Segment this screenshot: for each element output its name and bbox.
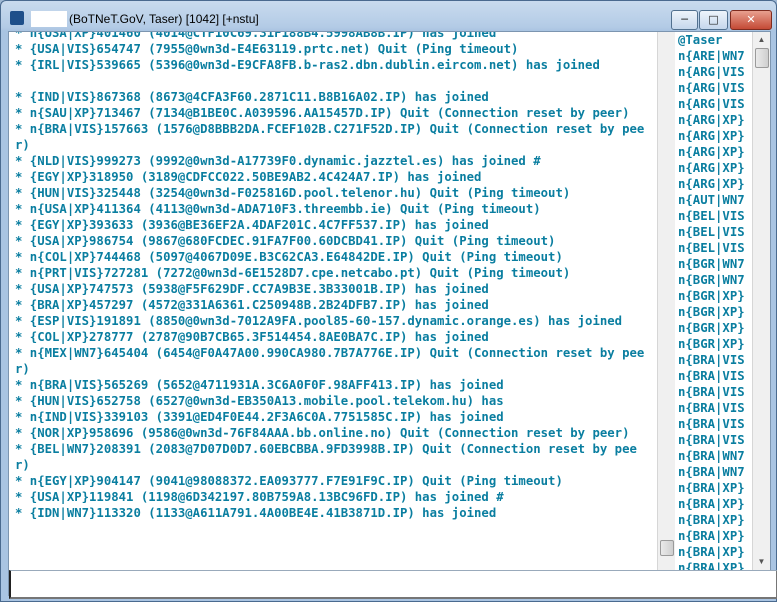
chat-line: * n{BRA|VIS}157663 (1576@D8BBB2DA.FCEF10… bbox=[15, 122, 645, 152]
nick-list-item[interactable]: n{BRA|VIS bbox=[675, 432, 752, 448]
nick-list-item[interactable]: n{ARG|XP} bbox=[675, 128, 752, 144]
redacted-title-block bbox=[31, 11, 67, 27]
chat-line: * {USA|VIS}654747 (7955@0wn3d-E4E63119.p… bbox=[15, 42, 519, 56]
message-input[interactable] bbox=[9, 570, 777, 599]
nick-list-item[interactable]: n{BEL|VIS bbox=[675, 208, 752, 224]
nick-scroll-thumb[interactable] bbox=[755, 48, 769, 68]
chat-line: * n{PRT|VIS}727281 (7272@0wn3d-6E1528D7.… bbox=[15, 266, 571, 280]
chat-line: * {USA|XP}747573 (5938@F5F629DF.CC7A9B3E… bbox=[15, 282, 489, 296]
chat-line: * {IND|VIS}867368 (8673@4CFA3F60.2871C11… bbox=[15, 90, 489, 104]
chat-line: * n{MEX|WN7}645404 (6454@F0A47A00.990CA9… bbox=[15, 346, 645, 376]
chat-line: * {COL|XP}278777 (2787@90B7CB65.3F514454… bbox=[15, 330, 489, 344]
nick-list-item[interactable]: n{ARG|VIS bbox=[675, 64, 752, 80]
title-bar[interactable]: (BoTNeT.GoV, Taser) [1042] [+nstu] ─ □ ✕ bbox=[1, 1, 776, 31]
app-icon bbox=[10, 11, 24, 25]
nick-list-item[interactable]: n{BEL|VIS bbox=[675, 224, 752, 240]
chat-line: * {USA|XP}119841 (1198@6D342197.80B759A8… bbox=[15, 490, 504, 504]
chat-line: * {ESP|VIS}191891 (8850@0wn3d-7012A9FA.p… bbox=[15, 314, 623, 328]
nick-list[interactable]: @Taser n{ARE|WN7 n{ARG|VIS n{ARG|VIS n{ARG|V… bbox=[675, 32, 752, 570]
nick-list-scrollbar[interactable]: ▲ ▼ bbox=[752, 32, 770, 570]
chat-scroll-thumb[interactable] bbox=[660, 540, 674, 556]
nick-list-item[interactable]: n{BEL|VIS bbox=[675, 240, 752, 256]
chat-line: * n{IND|VIS}339103 (3391@ED4F0E44.2F3A6C… bbox=[15, 410, 504, 424]
nick-list-item[interactable]: n{ARG|XP} bbox=[675, 112, 752, 128]
chat-line: * n{USA|XP}401460 (4014@CTF10C69.31F188B… bbox=[15, 32, 497, 40]
nick-list-item[interactable]: n{BRA|WN7 bbox=[675, 464, 752, 480]
nick-list-item[interactable]: n{BRA|XP} bbox=[675, 528, 752, 544]
nick-list-item[interactable]: n{BRA|XP} bbox=[675, 496, 752, 512]
nick-list-item[interactable]: n{BRA|XP} bbox=[675, 480, 752, 496]
client-area: * n{USA|XP}401460 (4014@CTF10C69.31F188B… bbox=[8, 31, 777, 599]
chat-line: * {HUN|VIS}325448 (3254@0wn3d-F025816D.p… bbox=[15, 186, 571, 200]
nick-list-item[interactable]: n{BRA|VIS bbox=[675, 384, 752, 400]
scroll-up-arrow-icon[interactable]: ▲ bbox=[753, 32, 770, 48]
chat-line: * {EGY|XP}318950 (3189@CDFCC022.50BE9AB2… bbox=[15, 170, 482, 184]
chat-line: * {EGY|XP}393633 (3936@BE36EF2A.4DAF201C… bbox=[15, 218, 489, 232]
nick-list-item[interactable]: n{BRA|VIS bbox=[675, 416, 752, 432]
chat-line: * {NLD|VIS}999273 (9992@0wn3d-A17739F0.d… bbox=[15, 154, 541, 168]
nick-list-item[interactable]: n{BRA|VIS bbox=[675, 368, 752, 384]
nick-list-item[interactable]: n{ARG|VIS bbox=[675, 80, 752, 96]
nick-list-item[interactable]: n{BRA|WN7 bbox=[675, 448, 752, 464]
nick-list-item[interactable]: n{AUT|WN7 bbox=[675, 192, 752, 208]
nick-list-item[interactable]: @Taser bbox=[675, 32, 752, 48]
window-title: (BoTNeT.GoV, Taser) [1042] [+nstu] bbox=[69, 12, 259, 26]
nick-list-item[interactable]: n{BRA|XP} bbox=[675, 512, 752, 528]
chat-line: * {NOR|XP}958696 (9586@0wn3d-76F84AAA.bb… bbox=[15, 426, 630, 440]
chat-line: * n{BRA|VIS}565269 (5652@4711931A.3C6A0F… bbox=[15, 378, 504, 392]
nick-list-item[interactable]: n{ARG|XP} bbox=[675, 160, 752, 176]
chat-line: * n{EGY|XP}904147 (9041@98088372.EA09377… bbox=[15, 474, 563, 488]
minimize-button[interactable]: ─ bbox=[671, 10, 698, 30]
nick-list-item[interactable]: n{ARG|XP} bbox=[675, 176, 752, 192]
scroll-down-arrow-icon[interactable]: ▼ bbox=[753, 554, 770, 570]
nick-list-item[interactable]: n{BRA|VIS bbox=[675, 352, 752, 368]
nick-list-item[interactable]: n{BGR|XP} bbox=[675, 336, 752, 352]
nick-list-item[interactable]: n{ARG|XP} bbox=[675, 144, 752, 160]
chat-scrollbar[interactable] bbox=[657, 32, 675, 570]
chat-line: * {USA|XP}986754 (9867@680FCDEC.91FA7F00… bbox=[15, 234, 556, 248]
chat-line: * n{COL|XP}744468 (5097@4067D09E.B3C62CA… bbox=[15, 250, 563, 264]
nick-list-item[interactable]: n{BRA|XP} bbox=[675, 560, 752, 570]
maximize-button[interactable]: □ bbox=[699, 10, 728, 30]
nick-list-item[interactable]: n{BGR|XP} bbox=[675, 304, 752, 320]
nick-list-item[interactable]: n{BGR|WN7 bbox=[675, 272, 752, 288]
nick-list-item[interactable]: n{BRA|VIS bbox=[675, 400, 752, 416]
chat-log[interactable]: * n{USA|XP}401460 (4014@CTF10C69.31F188B… bbox=[9, 32, 657, 570]
nick-list-item[interactable]: n{ARE|WN7 bbox=[675, 48, 752, 64]
chat-line: * {BEL|WN7}208391 (2083@7D07D0D7.60EBCBB… bbox=[15, 442, 637, 472]
chat-line: * n{SAU|XP}713467 (7134@B1BE0C.A039596.A… bbox=[15, 106, 630, 120]
chat-line bbox=[15, 73, 651, 89]
chat-line: * {IRL|VIS}539665 (5396@0wn3d-E9CFA8FB.b… bbox=[15, 58, 600, 72]
nick-list-item[interactable]: n{BGR|XP} bbox=[675, 288, 752, 304]
nick-list-item[interactable]: n{BRA|XP} bbox=[675, 544, 752, 560]
nick-list-item[interactable]: n{BGR|XP} bbox=[675, 320, 752, 336]
nick-list-item[interactable]: n{BGR|WN7 bbox=[675, 256, 752, 272]
chat-line: * {HUN|VIS}652758 (6527@0wn3d-EB350A13.m… bbox=[15, 394, 504, 408]
nick-list-item[interactable]: n{ARG|VIS bbox=[675, 96, 752, 112]
chat-line: * {BRA|XP}457297 (4572@331A6361.C250948B… bbox=[15, 298, 489, 312]
close-button[interactable]: ✕ bbox=[730, 10, 772, 30]
chat-line: * {IDN|WN7}113320 (1133@A611A791.4A00BE4… bbox=[15, 506, 497, 520]
irc-channel-window: (BoTNeT.GoV, Taser) [1042] [+nstu] ─ □ ✕… bbox=[0, 0, 777, 602]
chat-line: * n{USA|XP}411364 (4113@0wn3d-ADA710F3.t… bbox=[15, 202, 541, 216]
